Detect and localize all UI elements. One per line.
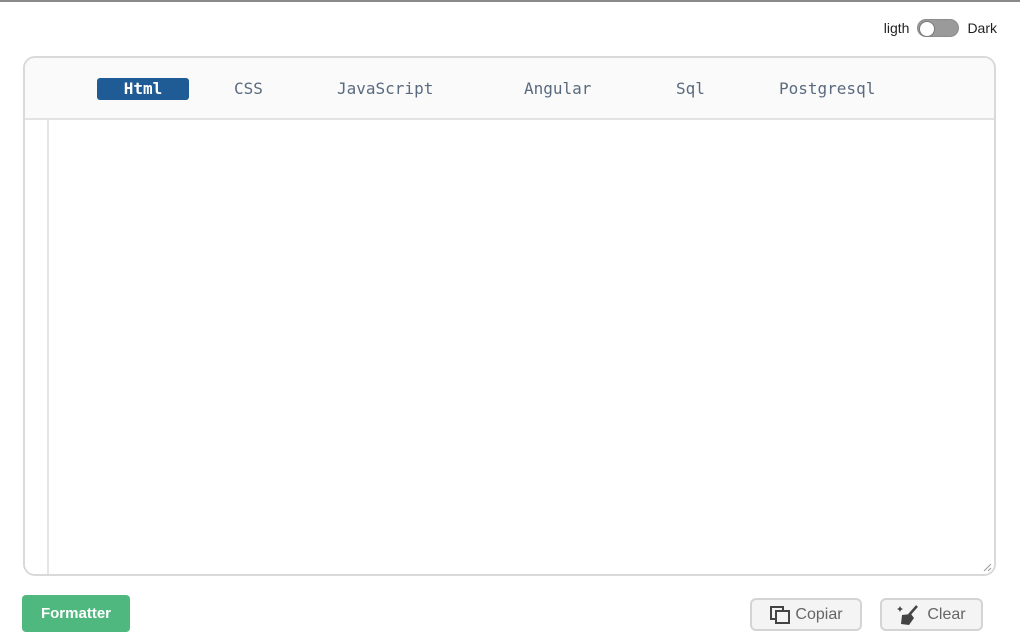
tab-sql[interactable]: Sql [676, 78, 705, 100]
code-area [25, 120, 994, 574]
language-tab-bar: Html CSS JavaScript Angular Sql Postgres… [25, 58, 994, 120]
tab-html[interactable]: Html [97, 78, 189, 100]
resize-handle-icon[interactable] [982, 562, 992, 572]
theme-switch[interactable] [917, 19, 960, 37]
code-formatter-page: ligth Dark Html CSS JavaScript Angular S… [0, 0, 1020, 638]
clear-label: Clear [927, 605, 966, 623]
broom-icon [897, 604, 923, 626]
code-input[interactable] [49, 120, 994, 574]
copy-label: Copiar [795, 605, 843, 623]
tab-javascript[interactable]: JavaScript [337, 78, 433, 100]
dark-label: Dark [967, 20, 997, 36]
light-label: ligth [883, 20, 910, 36]
copy-icon [769, 605, 791, 624]
copy-button[interactable]: Copiar [750, 598, 862, 631]
theme-toggle: ligth Dark [884, 19, 997, 37]
tab-angular[interactable]: Angular [524, 78, 591, 100]
clear-button[interactable]: Clear [880, 598, 983, 631]
formatter-button[interactable]: Formatter [22, 595, 130, 632]
line-number-gutter [25, 120, 49, 574]
editor-card: Html CSS JavaScript Angular Sql Postgres… [23, 56, 996, 576]
theme-switch-knob [919, 21, 936, 37]
tab-postgresql[interactable]: Postgresql [779, 78, 875, 100]
tab-css[interactable]: CSS [234, 78, 263, 100]
